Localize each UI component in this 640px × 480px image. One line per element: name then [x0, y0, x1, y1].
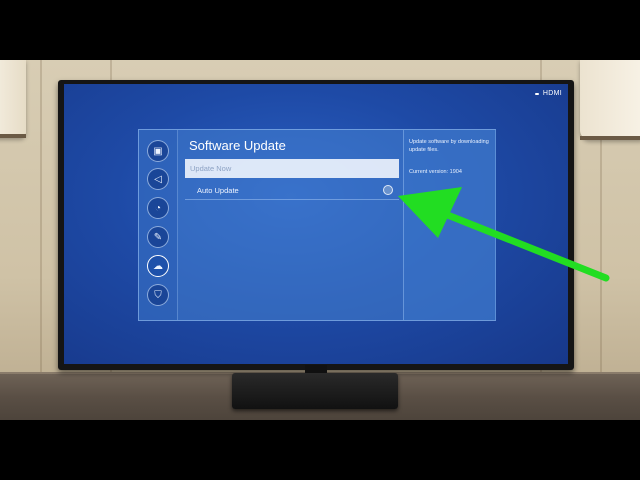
- wall-panel-line: [40, 60, 42, 390]
- info-description: Update software by downloading update fi…: [409, 139, 489, 153]
- current-version: Current version: 1904: [409, 169, 462, 175]
- right-lamp-shade: [580, 60, 640, 140]
- sound-icon[interactable]: ◁: [147, 168, 169, 190]
- left-lamp-rim: [0, 134, 26, 138]
- right-lamp-rim: [580, 136, 640, 140]
- room-photo: HDMI ▣ ◁ ◔ ✎ ☁ ⛉ Software Update Update …: [0, 60, 640, 420]
- broadcasting-icon[interactable]: ◔: [147, 197, 169, 219]
- auto-update-label: Auto Update: [197, 186, 239, 195]
- auto-update-toggle[interactable]: [383, 185, 393, 195]
- input-source-indicator: HDMI: [534, 90, 562, 97]
- input-badge: [534, 92, 539, 95]
- tv-screen: HDMI ▣ ◁ ◔ ✎ ☁ ⛉ Software Update Update …: [64, 84, 568, 364]
- info-panel: Update software by downloading update fi…: [403, 130, 496, 320]
- page-title: Software Update: [189, 138, 286, 153]
- privacy-shield-icon[interactable]: ⛉: [147, 284, 169, 306]
- settings-menu: ▣ ◁ ◔ ✎ ☁ ⛉ Software Update Update Now A…: [138, 129, 496, 321]
- left-lamp-shade: [0, 60, 26, 138]
- support-cloud-icon[interactable]: ☁: [147, 255, 169, 277]
- auto-update-item[interactable]: Auto Update: [185, 181, 399, 200]
- general-tools-icon[interactable]: ✎: [147, 226, 169, 248]
- picture-icon[interactable]: ▣: [147, 140, 169, 162]
- input-label: HDMI: [542, 90, 562, 97]
- settings-main-panel: Software Update Update Now Auto Update: [177, 130, 403, 320]
- update-now-button[interactable]: Update Now: [185, 159, 399, 178]
- settings-sidebar: ▣ ◁ ◔ ✎ ☁ ⛉: [139, 130, 178, 320]
- tv-stand-base: [232, 373, 398, 409]
